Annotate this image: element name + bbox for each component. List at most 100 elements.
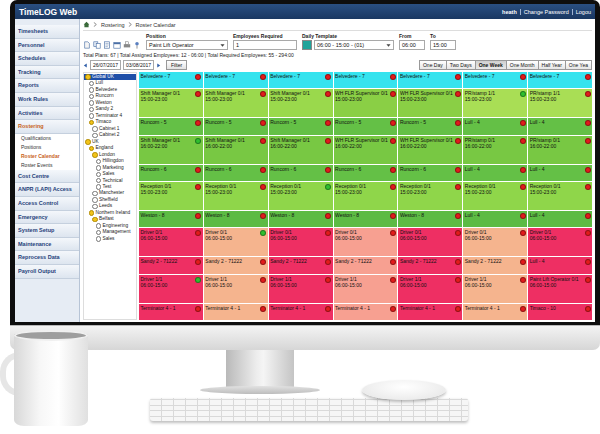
calendar-entry[interactable]: Sandy 2 - 71222 [334, 257, 398, 273]
calendar-icon[interactable] [113, 41, 121, 49]
tree-item[interactable]: Sheffield [84, 197, 136, 203]
sidebar-item[interactable]: Schedules [15, 52, 79, 66]
calendar-entry[interactable]: Belvedere - 7 [398, 72, 462, 88]
calendar-entry[interactable]: PR/stamp 1/115:00-23:00 [463, 89, 527, 117]
view-button[interactable]: Two Days [446, 60, 476, 70]
sidebar-item[interactable]: Personnel [15, 39, 79, 53]
field-input[interactable]: Paint Lift Operator [146, 40, 228, 50]
calendar-entry[interactable]: Runcorn - 6 [269, 165, 333, 181]
calendar-entry[interactable]: Driver 1/106:00-15:00 [334, 275, 398, 303]
tree-item[interactable]: Sales [84, 236, 136, 242]
calendar-entry[interactable]: Weston - 8 [334, 211, 398, 227]
tree-node-icon[interactable] [96, 230, 102, 236]
calendar-entry[interactable]: Sandy 2 - 71222 [204, 257, 268, 273]
calendar-entry[interactable]: Belvedere - 7 [269, 72, 333, 88]
tree-item[interactable]: Timaco [84, 119, 136, 125]
pin-icon[interactable] [133, 41, 141, 49]
calendar-entry[interactable]: Driver 1/106:00-15:00 [204, 275, 268, 303]
tree-node-icon[interactable] [89, 81, 95, 87]
calendar-entry[interactable]: Sandy 2 - 71222 [269, 257, 333, 273]
calendar-entry[interactable]: Shift Manager 0/115:00-23:00 [269, 89, 333, 117]
view-button[interactable]: Half Year [538, 60, 566, 70]
calendar-entry[interactable]: Driver 1/106:00-15:00 [463, 275, 527, 303]
calendar-entry[interactable]: Runcorn - 5 [204, 118, 268, 134]
calendar-entry[interactable]: Terminator 4 - 1 [204, 304, 268, 320]
calendar-entry[interactable]: Shift Manager 0/116:00-22:00 [204, 136, 268, 164]
sidebar-subitem[interactable]: Roster Events [15, 161, 79, 170]
tree-node-icon[interactable] [92, 197, 98, 203]
breadcrumb-item[interactable]: Roster Calendar [136, 22, 176, 28]
filter-button[interactable]: Filter [166, 60, 187, 70]
copy-icon[interactable] [93, 41, 101, 49]
document-list-icon[interactable] [103, 41, 111, 49]
calendar-entry[interactable]: Reception 0/115:00-23:00 [463, 182, 527, 210]
sidebar-item[interactable]: Activities [15, 107, 79, 121]
header-link[interactable]: Logou [572, 9, 591, 15]
tree-node-icon[interactable] [92, 217, 98, 223]
calendar-entry[interactable]: Driver 1/106:00-15:00 [269, 275, 333, 303]
calendar-entry[interactable]: PR/stamp 0/116:00-22:00 [528, 136, 592, 164]
home-icon[interactable] [83, 21, 90, 28]
tree-item[interactable]: Global UK [84, 74, 136, 80]
calendar-entry[interactable]: Lull - 4 [528, 257, 592, 273]
tree-item[interactable]: Cabinet 2 [84, 132, 136, 138]
sidebar-item[interactable]: Rostering [15, 120, 79, 134]
tree-node-icon[interactable] [92, 204, 98, 210]
calendar-entry[interactable]: Driver 1/106:00-15:00 [139, 275, 203, 303]
calendar-entry[interactable]: Belvedere - 7 [204, 72, 268, 88]
calendar-entry[interactable]: Timaco - 10 [528, 304, 592, 320]
calendar-entry[interactable]: Reception 0/115:00-23:00 [269, 182, 333, 210]
calendar-entry[interactable]: Reception 0/115:00-23:00 [139, 182, 203, 210]
calendar-entry[interactable]: PR/stamp 1/115:00-23:00 [528, 89, 592, 117]
calendar-entry[interactable]: Shift Manager 0/116:00-22:00 [269, 136, 333, 164]
arrow-right-icon[interactable] [156, 63, 161, 68]
tree-item[interactable]: Belvedere [84, 87, 136, 93]
sidebar-item[interactable]: Reports [15, 79, 79, 93]
tree-item[interactable]: Hillingdon [84, 158, 136, 164]
calendar-entry[interactable]: Lull - 4 [463, 165, 527, 181]
tree-node-icon[interactable] [89, 87, 95, 93]
calendar-entry[interactable]: Terminator 4 - 1 [398, 304, 462, 320]
calendar-entry[interactable]: Belvedere - 7 [463, 72, 527, 88]
tree-item[interactable]: Technical [84, 178, 136, 184]
tree-item[interactable]: Leeds [84, 203, 136, 209]
tree-item[interactable]: Runcorn [84, 93, 136, 99]
date-to[interactable]: 03/08/2017 [123, 60, 154, 70]
breadcrumb-item[interactable]: Rostering [101, 22, 125, 28]
tree-item[interactable]: Sales [84, 171, 136, 177]
tree-node-icon[interactable] [89, 100, 95, 106]
calendar-entry[interactable]: Reception 0/115:00-23:00 [528, 182, 592, 210]
calendar-entry[interactable]: Runcorn - 6 [204, 165, 268, 181]
tree-node-icon[interactable] [92, 133, 98, 139]
tree-item[interactable]: Belfast [84, 216, 136, 222]
tree-node-icon[interactable] [96, 184, 102, 190]
tree-node-icon[interactable] [89, 146, 95, 152]
calendar-entry[interactable]: Driver 0/106:00-15:00 [204, 228, 268, 256]
tree-node-icon[interactable] [89, 113, 95, 119]
calendar-entry[interactable]: Belvedere - 7 [334, 72, 398, 88]
print-icon[interactable] [123, 41, 131, 49]
sidebar-item[interactable]: Timesheets [15, 25, 79, 39]
view-button[interactable]: One Month [506, 60, 539, 70]
sidebar-item[interactable]: Emergency [15, 211, 79, 225]
sidebar-item[interactable]: Work Rules [15, 93, 79, 107]
tree-node-icon[interactable] [89, 107, 95, 113]
tree-node-icon[interactable] [89, 120, 95, 126]
tree-item[interactable]: Terminator 4 [84, 113, 136, 119]
sidebar-subitem[interactable]: Qualifications [15, 134, 79, 143]
tree-node-icon[interactable] [92, 126, 98, 132]
sidebar-item[interactable]: Cost Centre [15, 170, 79, 184]
tree-item[interactable]: Weston [84, 100, 136, 106]
tree-node-icon[interactable] [89, 210, 95, 216]
calendar-entry[interactable]: Lull - 4 [528, 165, 592, 181]
calendar-entry[interactable]: Runcorn - 6 [139, 165, 203, 181]
date-from[interactable]: 26/07/2017 [90, 60, 121, 70]
tree-node-icon[interactable] [96, 236, 102, 242]
calendar-entry[interactable]: WH FLR Supervisor 0/116:00-22:00 [334, 136, 398, 164]
calendar-entry[interactable]: Runcorn - 5 [334, 118, 398, 134]
calendar-entry[interactable]: Driver 0/106:00-15:00 [398, 228, 462, 256]
field-input[interactable]: 06:00 [399, 40, 425, 50]
calendar-entry[interactable]: Runcorn - 6 [334, 165, 398, 181]
calendar-entry[interactable]: Driver 0/106:00-15:00 [269, 228, 333, 256]
calendar-entry[interactable]: Weston - 8 [269, 211, 333, 227]
